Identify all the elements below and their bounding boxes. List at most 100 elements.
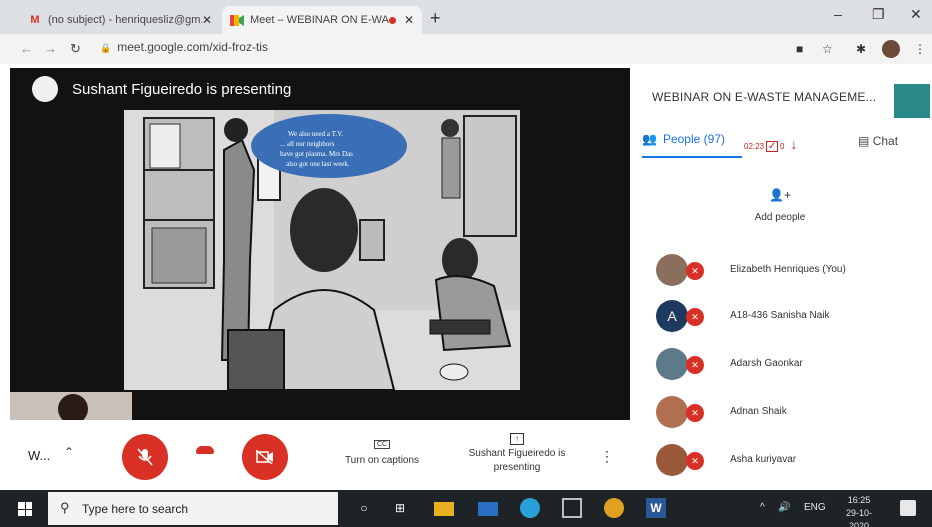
windows-start-icon[interactable] [18, 502, 32, 516]
task-view-icon[interactable]: ⊞ [390, 498, 410, 518]
panel-close-button[interactable] [894, 84, 930, 118]
closed-captions-icon: CC [373, 440, 391, 449]
self-view-tile [10, 392, 132, 420]
mic-muted-icon: ✕ [686, 404, 704, 422]
tab-chat[interactable]: ▤ Chat [858, 134, 898, 148]
participant-name: Adarsh Gaonkar [730, 358, 803, 369]
tab-title: (no subject) - henriquesliz@gm... [48, 14, 202, 26]
mic-muted-icon: ✕ [686, 308, 704, 326]
meet-icon [230, 14, 244, 26]
menu-kebab-icon[interactable]: ⋮ [914, 42, 926, 56]
participant-name: A18-436 Sanisha Naik [730, 310, 830, 321]
participant-row[interactable]: ✕ Elizabeth Henriques (You) [656, 254, 926, 290]
camera-off-button[interactable] [242, 434, 288, 480]
tab-people[interactable]: 👥 People (97) [642, 132, 725, 146]
captions-label: Turn on captions [344, 455, 420, 466]
url-text: meet.google.com/xid-froz-tis [117, 40, 268, 54]
recording-icon [388, 16, 396, 24]
avatar [656, 254, 688, 286]
clock-time: 16:25 [847, 495, 871, 505]
mic-muted-icon: ✕ [686, 452, 704, 470]
store-icon[interactable] [562, 498, 582, 518]
camera-off-icon [256, 450, 273, 464]
captions-button[interactable]: CC Turn on captions [336, 438, 428, 466]
notification-icon[interactable] [900, 500, 916, 516]
profile-avatar[interactable] [882, 40, 900, 58]
tab-attendance[interactable]: 02:23 ✓ 0 ↓ [744, 136, 797, 152]
mic-off-icon [137, 448, 153, 466]
minimize-button[interactable]: – [834, 6, 842, 22]
active-tab-indicator [642, 156, 742, 158]
speech-bubble-line3: have got plasma. Mrs Das [280, 150, 353, 158]
add-people-button[interactable]: 👤+ Add people [732, 188, 828, 223]
presenter-banner: Sushant Figueiredo is presenting [32, 76, 291, 102]
tab-close-icon[interactable]: ✕ [404, 13, 414, 27]
taskbar-search-input[interactable]: ⚲ Type here to search [48, 492, 338, 525]
avatar [656, 396, 688, 428]
participant-row[interactable]: ✕ Asha kuriyavar [656, 444, 926, 480]
participant-row[interactable]: ✕ Adnan Shaik [656, 396, 926, 432]
hang-up-button[interactable] [196, 446, 214, 454]
mic-off-button[interactable] [122, 434, 168, 480]
participant-row[interactable]: A ✕ A18-436 Sanisha Naik [656, 300, 926, 336]
avatar: A [656, 300, 688, 332]
camera-icon[interactable]: ■ [796, 42, 803, 56]
more-options-icon[interactable]: ⋮ [600, 448, 614, 465]
attendance-count: 0 [780, 142, 785, 151]
meeting-details-label[interactable]: W... [28, 448, 50, 463]
avatar [656, 348, 688, 380]
mail-icon[interactable] [478, 502, 498, 516]
file-explorer-icon[interactable] [434, 502, 454, 516]
chat-icon: ▤ [858, 134, 870, 148]
speech-bubble-line2: ... all our neighbors [280, 140, 335, 148]
edge-icon[interactable] [520, 498, 540, 518]
extensions-icon[interactable]: ✱ [856, 42, 866, 56]
avatar [656, 444, 688, 476]
meeting-controls: W... ⌃ CC Turn on captions ↑ Sushant Fig… [0, 420, 632, 488]
arrow-down-icon: ↓ [790, 136, 798, 152]
tab-gmail[interactable]: M (no subject) - henriquesliz@gm... ✕ [20, 6, 220, 34]
volume-icon[interactable]: 🔊 [778, 502, 790, 513]
screen: M (no subject) - henriquesliz@gm... ✕ Me… [0, 0, 932, 527]
participant-name: Elizabeth Henriques (You) [730, 264, 846, 275]
presenting-label: Sushant Figueiredo is presenting [468, 448, 566, 473]
reload-icon[interactable]: ↻ [70, 41, 81, 57]
add-people-label: Add people [754, 212, 806, 223]
back-icon[interactable]: ← [20, 41, 33, 56]
new-tab-button[interactable]: + [430, 8, 441, 29]
chevron-up-icon[interactable]: ^ [760, 502, 765, 513]
restore-button[interactable]: ❐ [872, 6, 885, 23]
chrome-icon[interactable] [604, 498, 624, 518]
language-indicator[interactable]: ENG [804, 502, 826, 513]
checkbox-icon: ✓ [766, 141, 779, 152]
clock-date: 29-10-2020 [845, 508, 872, 527]
presenting-button[interactable]: ↑ Sushant Figueiredo is presenting [462, 432, 572, 475]
presentation-stage: Sushant Figueiredo is presenting We also… [10, 68, 630, 420]
browser-toolbar: ← → ↻ 🔒 meet.google.com/xid-froz-tis ■ ☆ … [0, 34, 932, 64]
lock-icon: 🔒 [100, 43, 112, 53]
present-screen-icon: ↑ [510, 433, 524, 445]
speech-bubble-line4: also got one last week. [286, 160, 350, 168]
participant-row[interactable]: ✕ Adarsh Gaonkar [656, 348, 926, 384]
chevron-up-icon[interactable]: ⌃ [64, 445, 74, 459]
cortana-icon[interactable]: ○ [354, 498, 374, 518]
self-view-avatar [58, 394, 88, 420]
tab-close-icon[interactable]: ✕ [202, 13, 212, 27]
address-bar[interactable]: 🔒 meet.google.com/xid-froz-tis [100, 40, 268, 54]
slide-illustration: We also need a T.V. ... all our neighbor… [124, 110, 520, 390]
forward-icon[interactable]: → [44, 41, 57, 56]
close-window-button[interactable]: ✕ [910, 6, 922, 23]
word-icon[interactable]: W [646, 498, 666, 518]
taskbar-clock[interactable]: 16:25 29-10-2020 [838, 494, 880, 527]
tab-meet[interactable]: Meet – WEBINAR ON E-WA... ✕ [222, 6, 422, 34]
presenter-avatar [32, 76, 58, 102]
browser-tab-strip: M (no subject) - henriquesliz@gm... ✕ Me… [0, 0, 932, 34]
people-tab-label: People (97) [662, 132, 725, 146]
mic-muted-icon: ✕ [686, 356, 704, 374]
attendance-time: 02:23 [744, 142, 765, 151]
mic-muted-icon: ✕ [686, 262, 704, 280]
bookmark-star-icon[interactable]: ☆ [822, 42, 833, 56]
participant-name: Asha kuriyavar [730, 454, 797, 465]
meeting-title: WEBINAR ON E-WASTE MANAGEME... [652, 90, 877, 104]
participant-name: Adnan Shaik [730, 406, 787, 417]
